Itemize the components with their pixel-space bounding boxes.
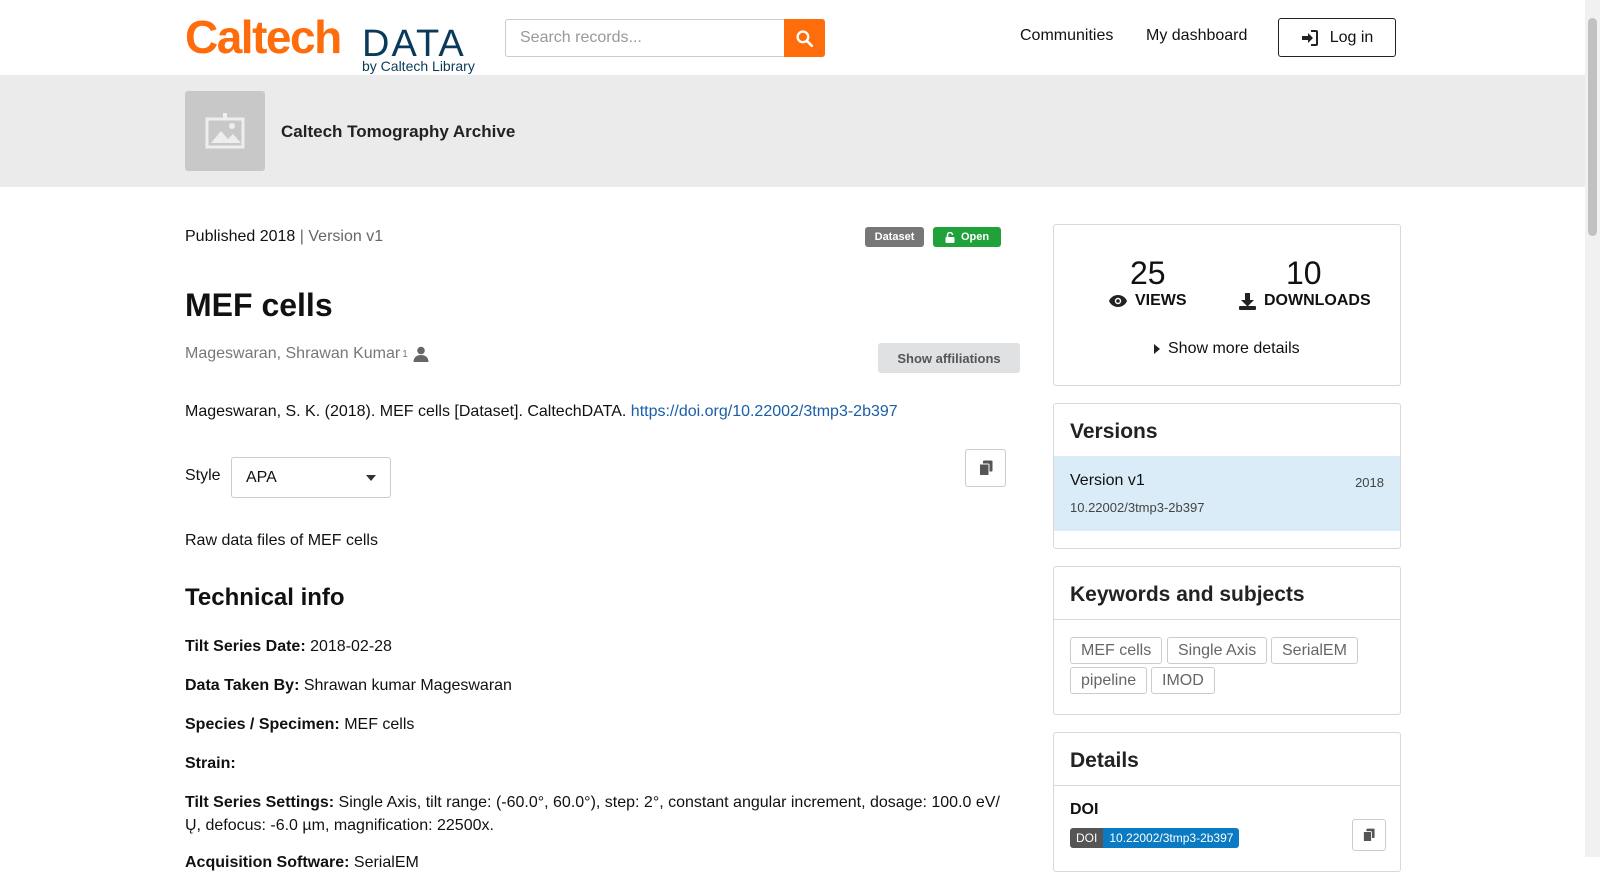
field-species-specimen: Species / Specimen: MEF cells xyxy=(185,713,1005,736)
eye-icon xyxy=(1109,295,1127,307)
user-icon xyxy=(413,346,429,362)
field-strain: Strain: xyxy=(185,752,1005,775)
field-label: Species / Specimen: xyxy=(185,716,340,733)
field-acquisition-software: Acquisition Software: SerialEM xyxy=(185,851,1005,874)
search-button[interactable] xyxy=(784,19,825,57)
version-item-label: Version v1 xyxy=(1070,472,1145,489)
downloads-count: 10 xyxy=(1286,255,1322,291)
citation-doi-link[interactable]: https://doi.org/10.22002/3tmp3-2b397 xyxy=(631,403,898,420)
field-data-taken-by: Data Taken By: Shrawan kumar Mageswaran xyxy=(185,674,1005,697)
doi-badge-value: 10.22002/3tmp3-2b397 xyxy=(1103,828,1240,848)
technical-info-heading: Technical info xyxy=(185,584,345,611)
caret-right-icon xyxy=(1154,344,1160,354)
community-banner: Caltech Tomography Archive xyxy=(0,75,1585,187)
version-item-year: 2018 xyxy=(1355,475,1384,490)
show-more-details-toggle[interactable]: Show more details xyxy=(1154,340,1300,358)
keyword-tag[interactable]: MEF cells xyxy=(1070,637,1163,664)
citation-style-value: APA xyxy=(246,468,277,486)
field-tilt-series-settings: Tilt Series Settings: Single Axis, tilt … xyxy=(185,791,1005,837)
search-icon xyxy=(796,29,813,47)
views-label: VIEWS xyxy=(1109,292,1187,310)
keyword-tag[interactable]: pipeline xyxy=(1070,667,1148,694)
doi-label: DOI xyxy=(1070,801,1099,818)
copy-doi-button[interactable] xyxy=(1352,819,1386,851)
community-title[interactable]: Caltech Tomography Archive xyxy=(281,122,515,142)
doi-badge[interactable]: DOI 10.22002/3tmp3-2b397 xyxy=(1070,828,1240,848)
keyword-tag[interactable]: SerialEM xyxy=(1271,637,1358,664)
page-scrollbar[interactable] xyxy=(1585,0,1600,857)
show-more-details-label: Show more details xyxy=(1168,340,1300,357)
field-label: Strain: xyxy=(185,755,236,772)
nav-communities[interactable]: Communities xyxy=(1020,27,1113,45)
version-label: Version v1 xyxy=(308,228,384,245)
login-label: Log in xyxy=(1329,28,1374,46)
record-main: Published 2018 | Version v1 Dataset Open… xyxy=(185,187,1020,871)
details-heading: Details xyxy=(1070,749,1139,772)
search-input[interactable] xyxy=(505,19,785,57)
resource-type-badge: Dataset xyxy=(865,227,924,247)
views-count: 25 xyxy=(1130,255,1166,291)
caret-down-icon xyxy=(366,474,376,481)
published-date: Published 2018 xyxy=(185,228,296,245)
versions-heading: Versions xyxy=(1070,420,1158,443)
separator: | xyxy=(299,228,304,245)
search-bar xyxy=(505,19,825,57)
logo-by-text: by Caltech Library xyxy=(362,58,475,74)
field-value: 2018-02-28 xyxy=(310,638,392,655)
version-item[interactable]: Version v1 2018 10.22002/3tmp3-2b397 xyxy=(1054,456,1400,531)
views-label-text: VIEWS xyxy=(1135,292,1187,309)
stats-card: 25 VIEWS 10 DOWNLOADS Show more details xyxy=(1053,224,1401,386)
citation-style-dropdown[interactable]: APA xyxy=(231,457,391,498)
citation: Mageswaran, S. K. (2018). MEF cells [Dat… xyxy=(185,403,898,421)
divider xyxy=(1054,619,1400,620)
citation-text: Mageswaran, S. K. (2018). MEF cells [Dat… xyxy=(185,403,627,420)
sign-in-icon xyxy=(1301,29,1318,46)
version-item-doi: 10.22002/3tmp3-2b397 xyxy=(1070,500,1205,515)
field-tilt-series-date: Tilt Series Date: 2018-02-28 xyxy=(185,635,1005,658)
unlock-icon xyxy=(945,231,955,243)
copy-citation-button[interactable] xyxy=(965,449,1006,487)
field-label: Tilt Series Settings: xyxy=(185,794,335,811)
affiliation-mark: 1 xyxy=(402,348,408,360)
record-title: MEF cells xyxy=(185,287,333,323)
field-label: Data Taken By: xyxy=(185,677,300,694)
keywords-card: Keywords and subjects MEF cells Single A… xyxy=(1053,566,1401,715)
caltechdata-logo[interactable]: Caltech DATA by Caltech Library xyxy=(185,12,485,74)
download-icon xyxy=(1239,292,1256,310)
divider xyxy=(1054,785,1400,786)
downloads-label: DOWNLOADS xyxy=(1239,292,1371,310)
keywords-heading: Keywords and subjects xyxy=(1070,583,1305,606)
site-header: Caltech DATA by Caltech Library Communit… xyxy=(0,0,1585,75)
copy-icon xyxy=(978,460,992,476)
field-value: Shrawan kumar Mageswaran xyxy=(303,677,512,694)
image-placeholder-icon xyxy=(205,113,245,149)
access-status-label: Open xyxy=(960,231,990,243)
creator[interactable]: Mageswaran, Shrawan Kumar 1 xyxy=(185,345,429,363)
access-status-badge: Open xyxy=(933,227,1001,247)
keyword-tag[interactable]: IMOD xyxy=(1151,667,1215,694)
doi-badge-prefix: DOI xyxy=(1070,828,1104,848)
resource-type-label: Dataset xyxy=(874,231,915,243)
nav-my-dashboard[interactable]: My dashboard xyxy=(1146,27,1247,45)
community-logo-placeholder[interactable] xyxy=(185,91,265,171)
keyword-tag[interactable]: Single Axis xyxy=(1167,637,1268,664)
creator-name[interactable]: Mageswaran, Shrawan Kumar xyxy=(185,345,400,363)
publication-info: Published 2018 | Version v1 xyxy=(185,228,383,246)
record-description: Raw data files of MEF cells xyxy=(185,532,378,549)
scrollbar-thumb[interactable] xyxy=(1588,18,1597,236)
versions-card: Versions Version v1 2018 10.22002/3tmp3-… xyxy=(1053,403,1401,549)
show-affiliations-button[interactable]: Show affiliations xyxy=(878,343,1020,373)
field-label: Tilt Series Date: xyxy=(185,638,306,655)
logo-caltech-text: Caltech xyxy=(185,11,342,63)
copy-icon xyxy=(1363,828,1375,842)
field-value: MEF cells xyxy=(344,716,415,733)
login-button[interactable]: Log in xyxy=(1278,18,1396,57)
style-label: Style xyxy=(185,467,221,484)
downloads-label-text: DOWNLOADS xyxy=(1264,292,1371,309)
details-card: Details DOI DOI 10.22002/3tmp3-2b397 xyxy=(1053,732,1401,872)
